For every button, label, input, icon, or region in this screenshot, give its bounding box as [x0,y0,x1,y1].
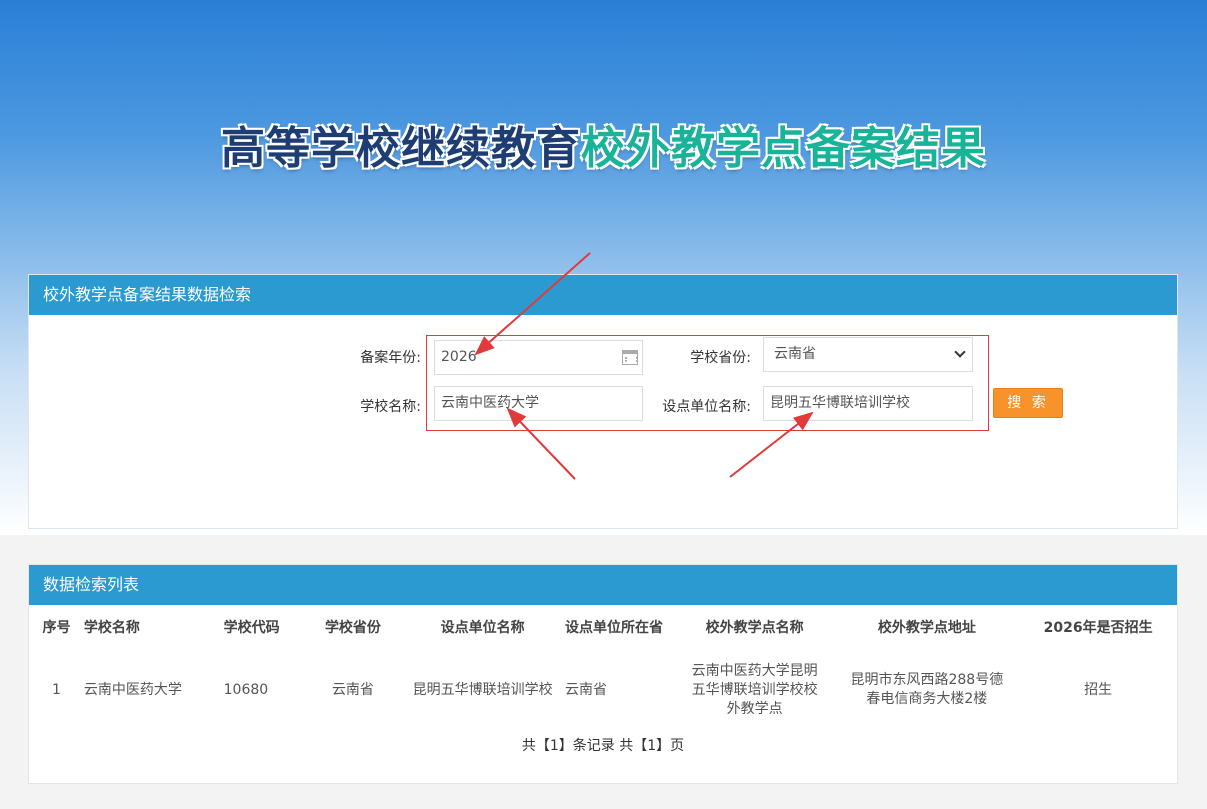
column-header: 校外教学点地址 [877,620,976,636]
table-cell: 云南省 [331,681,374,698]
results-panel: 数据检索列表 序号 学校名称 学校代码 学校省份 设点单位名称 设点单位所在省 … [28,564,1178,784]
year-field[interactable]: 2026 [434,340,643,375]
table-cell: 1 [51,681,61,698]
province-value: 云南省 [774,346,816,362]
column-header: 设点单位名称 [440,620,525,636]
column-header: 序号 [42,620,71,636]
page-title: 高等学校继续教育校外教学点备案结果 [0,112,1207,176]
year-label: 备案年份: [360,350,421,366]
footer-bar [0,792,1207,809]
table-header-row: 序号 学校名称 学校代码 学校省份 设点单位名称 设点单位所在省 校外教学点名称… [29,605,1177,649]
table-cell: 昆明五华博联培训学校 [412,681,553,698]
pagination: 共【1】条记录 共【1】页 [521,738,685,754]
table-cell: 10680 [223,681,269,698]
unit-name-value: 昆明五华博联培训学校 [770,395,910,411]
province-label: 学校省份: [690,350,751,366]
unit-label: 设点单位名称: [662,399,751,415]
school-label: 学校名称: [360,399,421,415]
chevron-down-icon [954,346,966,358]
column-header: 学校省份 [324,620,381,636]
table-cell: 云南中医药大学昆明五华博联培训学校校外教学点 [691,662,818,717]
page-title-part1: 高等学校继续教育 [221,123,581,174]
column-header: 校外教学点名称 [705,620,804,636]
results-panel-header: 数据检索列表 [29,565,1177,605]
province-select[interactable]: 云南省 [763,337,973,372]
search-button[interactable]: 搜 索 [993,388,1063,418]
table-cell: 招生 [1084,681,1113,698]
school-name-value: 云南中医药大学 [441,395,539,411]
table-cell: 云南省 [565,681,607,698]
column-header: 设点单位所在省 [565,620,663,636]
table-row: 1 云南中医药大学 10680 云南省 昆明五华博联培训学校 云南省 云南中医药… [29,649,1177,731]
search-panel-header: 校外教学点备案结果数据检索 [29,275,1177,315]
page-title-part2: 校外教学点备案结果 [581,123,986,174]
column-header: 学校名称 [83,620,140,636]
school-name-field[interactable]: 云南中医药大学 [434,386,643,421]
calendar-icon[interactable] [622,350,638,365]
table-cell: 昆明市东风西路288号德春电信商务大楼2楼 [850,672,1004,707]
year-value: 2026 [441,349,477,365]
search-panel: 校外教学点备案结果数据检索 备案年份: 2026 学校省份: 云南省 学校名称:… [28,274,1178,529]
column-header: 学校代码 [223,620,280,636]
column-header: 2026年是否招生 [1043,620,1153,636]
unit-name-field[interactable]: 昆明五华博联培训学校 [763,386,973,421]
results-table: 序号 学校名称 学校代码 学校省份 设点单位名称 设点单位所在省 校外教学点名称… [29,605,1177,731]
table-cell: 云南中医药大学 [83,681,182,698]
